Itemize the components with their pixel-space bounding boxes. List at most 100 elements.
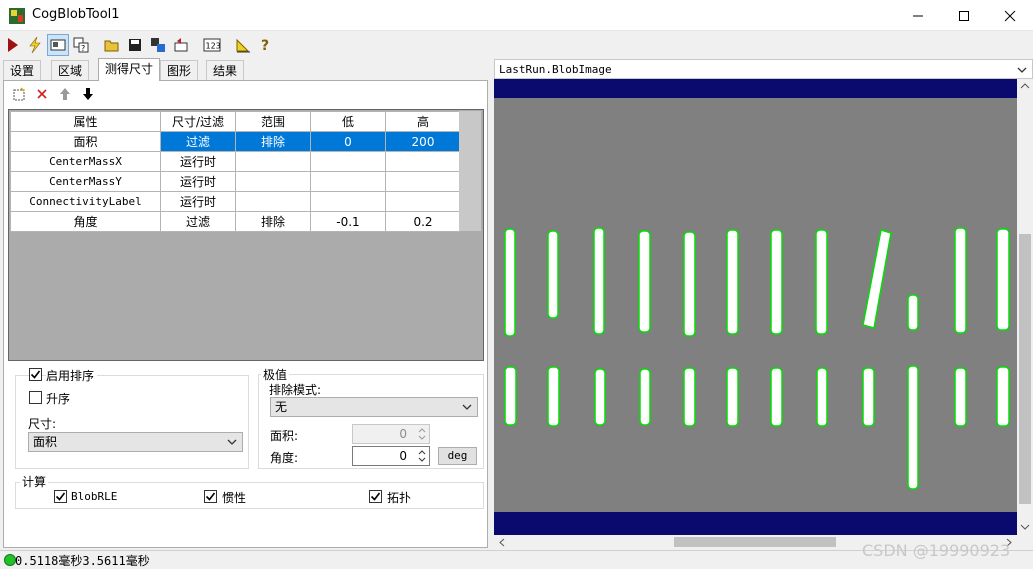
size-label: 尺寸:: [28, 417, 57, 431]
blob: [816, 367, 828, 427]
table-row[interactable]: CenterMassY 运行时: [10, 171, 461, 192]
graphics-button[interactable]: [232, 34, 254, 56]
delete-row-button[interactable]: [34, 86, 50, 102]
move-down-button[interactable]: [80, 86, 96, 102]
run-continuous-button[interactable]: [24, 34, 46, 56]
add-row-button[interactable]: [11, 86, 27, 102]
minimize-button[interactable]: [895, 0, 941, 31]
run-icon: [8, 38, 18, 52]
blob: [639, 368, 651, 426]
exclude-mode-label: 排除模式:: [269, 383, 322, 397]
row-low[interactable]: 0: [310, 131, 386, 152]
image-selector[interactable]: LastRun.BlobImage: [494, 59, 1033, 79]
ruler-icon: [236, 38, 250, 53]
image-title: LastRun.BlobImage: [499, 63, 612, 76]
image-source-button[interactable]: [147, 34, 169, 56]
tab-graphics[interactable]: 图形: [160, 60, 199, 80]
delete-icon: [37, 89, 47, 99]
spin-arrows-icon: [418, 450, 426, 462]
run-button[interactable]: [2, 34, 24, 56]
image-vertical-scrollbar[interactable]: [1017, 79, 1033, 535]
inertia-checkbox[interactable]: [204, 490, 217, 503]
horizontal-scroll-thumb[interactable]: [674, 537, 836, 547]
context-help-icon: ?: [73, 37, 89, 53]
column-header-mode[interactable]: 尺寸/过滤: [160, 111, 236, 132]
arrow-up-icon: [60, 88, 70, 100]
column-header-range[interactable]: 范围: [235, 111, 311, 132]
row-mode[interactable]: 过滤: [160, 131, 236, 152]
maximize-icon: [959, 10, 969, 21]
move-up-button[interactable]: [57, 86, 73, 102]
tab-settings[interactable]: 设置: [3, 60, 42, 80]
blobrle-checkbox[interactable]: [54, 490, 67, 503]
title-bar: CogBlobTool1: [0, 0, 1033, 31]
save-button[interactable]: [124, 34, 146, 56]
table-row[interactable]: CenterMassX 运行时: [10, 151, 461, 172]
angle-spinner[interactable]: 0: [352, 446, 430, 466]
blobrle-label: BlobRLE: [71, 490, 118, 503]
help-button[interactable]: ?: [255, 34, 277, 56]
lightning-icon: [29, 37, 41, 53]
table-row[interactable]: ConnectivityLabel 运行时: [10, 191, 461, 212]
close-button[interactable]: [987, 0, 1033, 31]
ascending-checkbox[interactable]: [29, 391, 42, 404]
compute-group-title: 计算: [20, 473, 49, 490]
row-high[interactable]: [385, 191, 461, 212]
row-low[interactable]: -0.1: [310, 211, 386, 232]
row-mode[interactable]: 运行时: [160, 151, 236, 172]
row-range[interactable]: [235, 151, 311, 172]
table-header-row: 属性 尺寸/过滤 范围 低 高: [10, 111, 461, 132]
row-property[interactable]: 面积: [10, 131, 161, 152]
row-high[interactable]: [385, 151, 461, 172]
row-range[interactable]: [235, 191, 311, 212]
row-range[interactable]: 排除: [235, 211, 311, 232]
row-mode[interactable]: 过滤: [160, 211, 236, 232]
enable-sort-checkbox[interactable]: [29, 368, 42, 381]
svg-text:123: 123: [206, 42, 221, 51]
row-high[interactable]: [385, 171, 461, 192]
image-display[interactable]: [494, 79, 1017, 535]
row-high[interactable]: 0.2: [385, 211, 461, 232]
row-low[interactable]: [310, 171, 386, 192]
checkmark-icon: [30, 370, 41, 379]
show-display-button[interactable]: [47, 34, 69, 56]
numeric-button[interactable]: 123: [201, 34, 223, 56]
reset-icon: [174, 38, 188, 52]
row-mode[interactable]: 运行时: [160, 171, 236, 192]
row-low[interactable]: [310, 191, 386, 212]
measurements-grid[interactable]: 属性 尺寸/过滤 范围 低 高 面积 过滤 排除 0 200 CenterMas…: [8, 109, 484, 361]
row-mode[interactable]: 运行时: [160, 191, 236, 212]
blob: [593, 227, 605, 335]
deg-button[interactable]: deg: [438, 447, 477, 465]
tab-results[interactable]: 结果: [206, 60, 245, 80]
row-high[interactable]: 200: [385, 131, 461, 152]
reset-button[interactable]: [170, 34, 192, 56]
tab-region[interactable]: 区域: [51, 60, 90, 80]
column-header-low[interactable]: 低: [310, 111, 386, 132]
table-row[interactable]: 角度 过滤 排除 -0.1 0.2: [10, 211, 461, 232]
size-select[interactable]: 面积: [28, 432, 243, 452]
help-context-button[interactable]: ?: [70, 34, 92, 56]
column-header-high[interactable]: 高: [385, 111, 461, 132]
open-button[interactable]: [101, 34, 123, 56]
topology-checkbox[interactable]: [369, 490, 382, 503]
area-spinner[interactable]: 0: [352, 424, 430, 444]
exclude-mode-select[interactable]: 无: [270, 397, 478, 417]
tab-measurements[interactable]: 测得尺寸: [98, 58, 161, 81]
grid-scrollbar[interactable]: [459, 111, 481, 231]
inertia-label: 惯性: [222, 491, 247, 505]
row-property[interactable]: ConnectivityLabel: [10, 191, 161, 212]
window-title: CogBlobTool1: [32, 7, 120, 22]
row-property[interactable]: 角度: [10, 211, 161, 232]
table-row[interactable]: 面积 过滤 排除 0 200: [10, 131, 461, 152]
column-header-property[interactable]: 属性: [10, 111, 161, 132]
row-range[interactable]: [235, 171, 311, 192]
checkmark-icon: [205, 492, 216, 501]
row-property[interactable]: CenterMassY: [10, 171, 161, 192]
row-low[interactable]: [310, 151, 386, 172]
chevron-left-icon: [499, 538, 505, 547]
maximize-button[interactable]: [941, 0, 987, 31]
vertical-scroll-thumb[interactable]: [1019, 234, 1031, 504]
row-range[interactable]: 排除: [235, 131, 311, 152]
row-property[interactable]: CenterMassX: [10, 151, 161, 172]
